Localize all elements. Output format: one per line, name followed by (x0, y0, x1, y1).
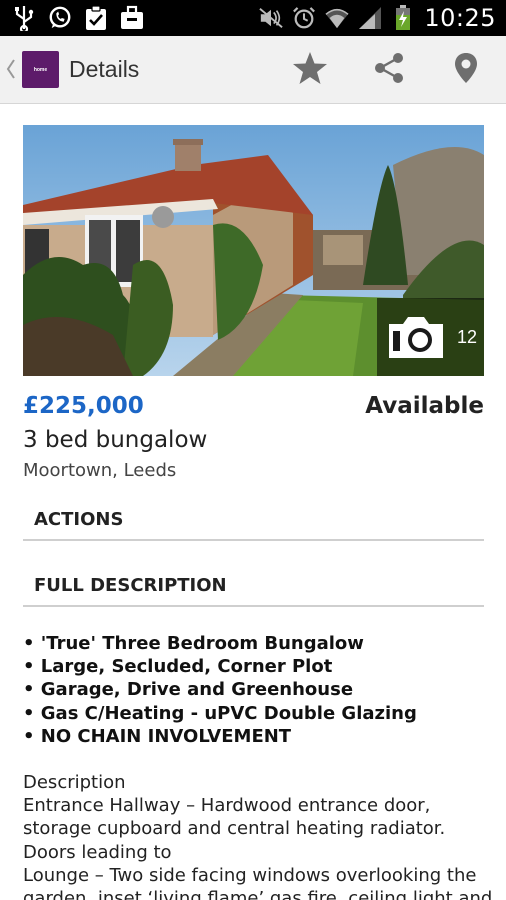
share-button[interactable] (367, 50, 411, 90)
description-line: Doors leading to (23, 841, 172, 863)
full-description-section-title: FULL DESCRIPTION (34, 575, 227, 596)
usb-icon (12, 5, 36, 31)
photo-count: 12 (456, 327, 477, 347)
feature-item: • Gas C/Heating - uPVC Double Glazing (23, 702, 417, 724)
wifi-icon (325, 5, 349, 31)
actions-section-header[interactable]: ACTIONS (23, 503, 484, 541)
notification-icons (12, 5, 144, 31)
description-line: storage cupboard and central heating rad… (23, 818, 446, 840)
actions-section-title: ACTIONS (34, 509, 124, 530)
listing-price: £225,000 (23, 393, 144, 419)
app-logo[interactable]: home (22, 51, 59, 88)
system-icons: 10:25 (259, 4, 496, 32)
property-photo[interactable]: 12 (23, 125, 484, 376)
alarm-icon (292, 5, 316, 31)
app-logo-text: home (33, 66, 48, 73)
clipboard-check-icon (84, 5, 108, 31)
availability-status: Available (365, 393, 484, 419)
mute-icon (259, 5, 283, 31)
battery-charging-icon (391, 5, 415, 31)
up-caret-icon[interactable] (5, 56, 17, 82)
camera-icon (385, 314, 447, 365)
favourite-button[interactable] (288, 50, 332, 90)
property-type: 3 bed bungalow (23, 427, 208, 453)
feature-item: • 'True' Three Bedroom Bungalow (23, 633, 364, 654)
star-icon (292, 51, 328, 90)
description-line: Description (23, 772, 126, 793)
clock: 10:25 (424, 4, 496, 32)
feature-list: • 'True' Three Bedroom Bungalow • Large,… (23, 632, 493, 748)
photo-count-badge[interactable]: 12 (377, 298, 484, 376)
status-bar: 10:25 (0, 0, 506, 36)
property-location: Moortown, Leeds (23, 460, 177, 481)
description-line: Lounge – Two side facing windows overloo… (23, 864, 477, 886)
map-button[interactable] (444, 50, 488, 90)
description-line: Entrance Hallway – Hardwood entrance doo… (23, 795, 431, 817)
action-bar: home Details (0, 36, 506, 104)
description-line: garden, inset ‘living flame’ gas fire, c… (23, 888, 493, 900)
description-text: Description Entrance Hallway – Hardwood … (23, 771, 493, 900)
feature-item: • Garage, Drive and Greenhouse (23, 679, 354, 701)
whatsapp-icon (48, 5, 72, 31)
page-title: Details (69, 56, 140, 82)
feature-item: • NO CHAIN INVOLVEMENT (23, 725, 292, 747)
briefcase-icon (120, 5, 144, 31)
location-pin-icon (454, 52, 478, 89)
full-description-section-header[interactable]: FULL DESCRIPTION (23, 569, 484, 607)
share-icon (373, 52, 405, 89)
feature-item: • Large, Secluded, Corner Plot (23, 656, 333, 678)
signal-icon (358, 5, 382, 31)
